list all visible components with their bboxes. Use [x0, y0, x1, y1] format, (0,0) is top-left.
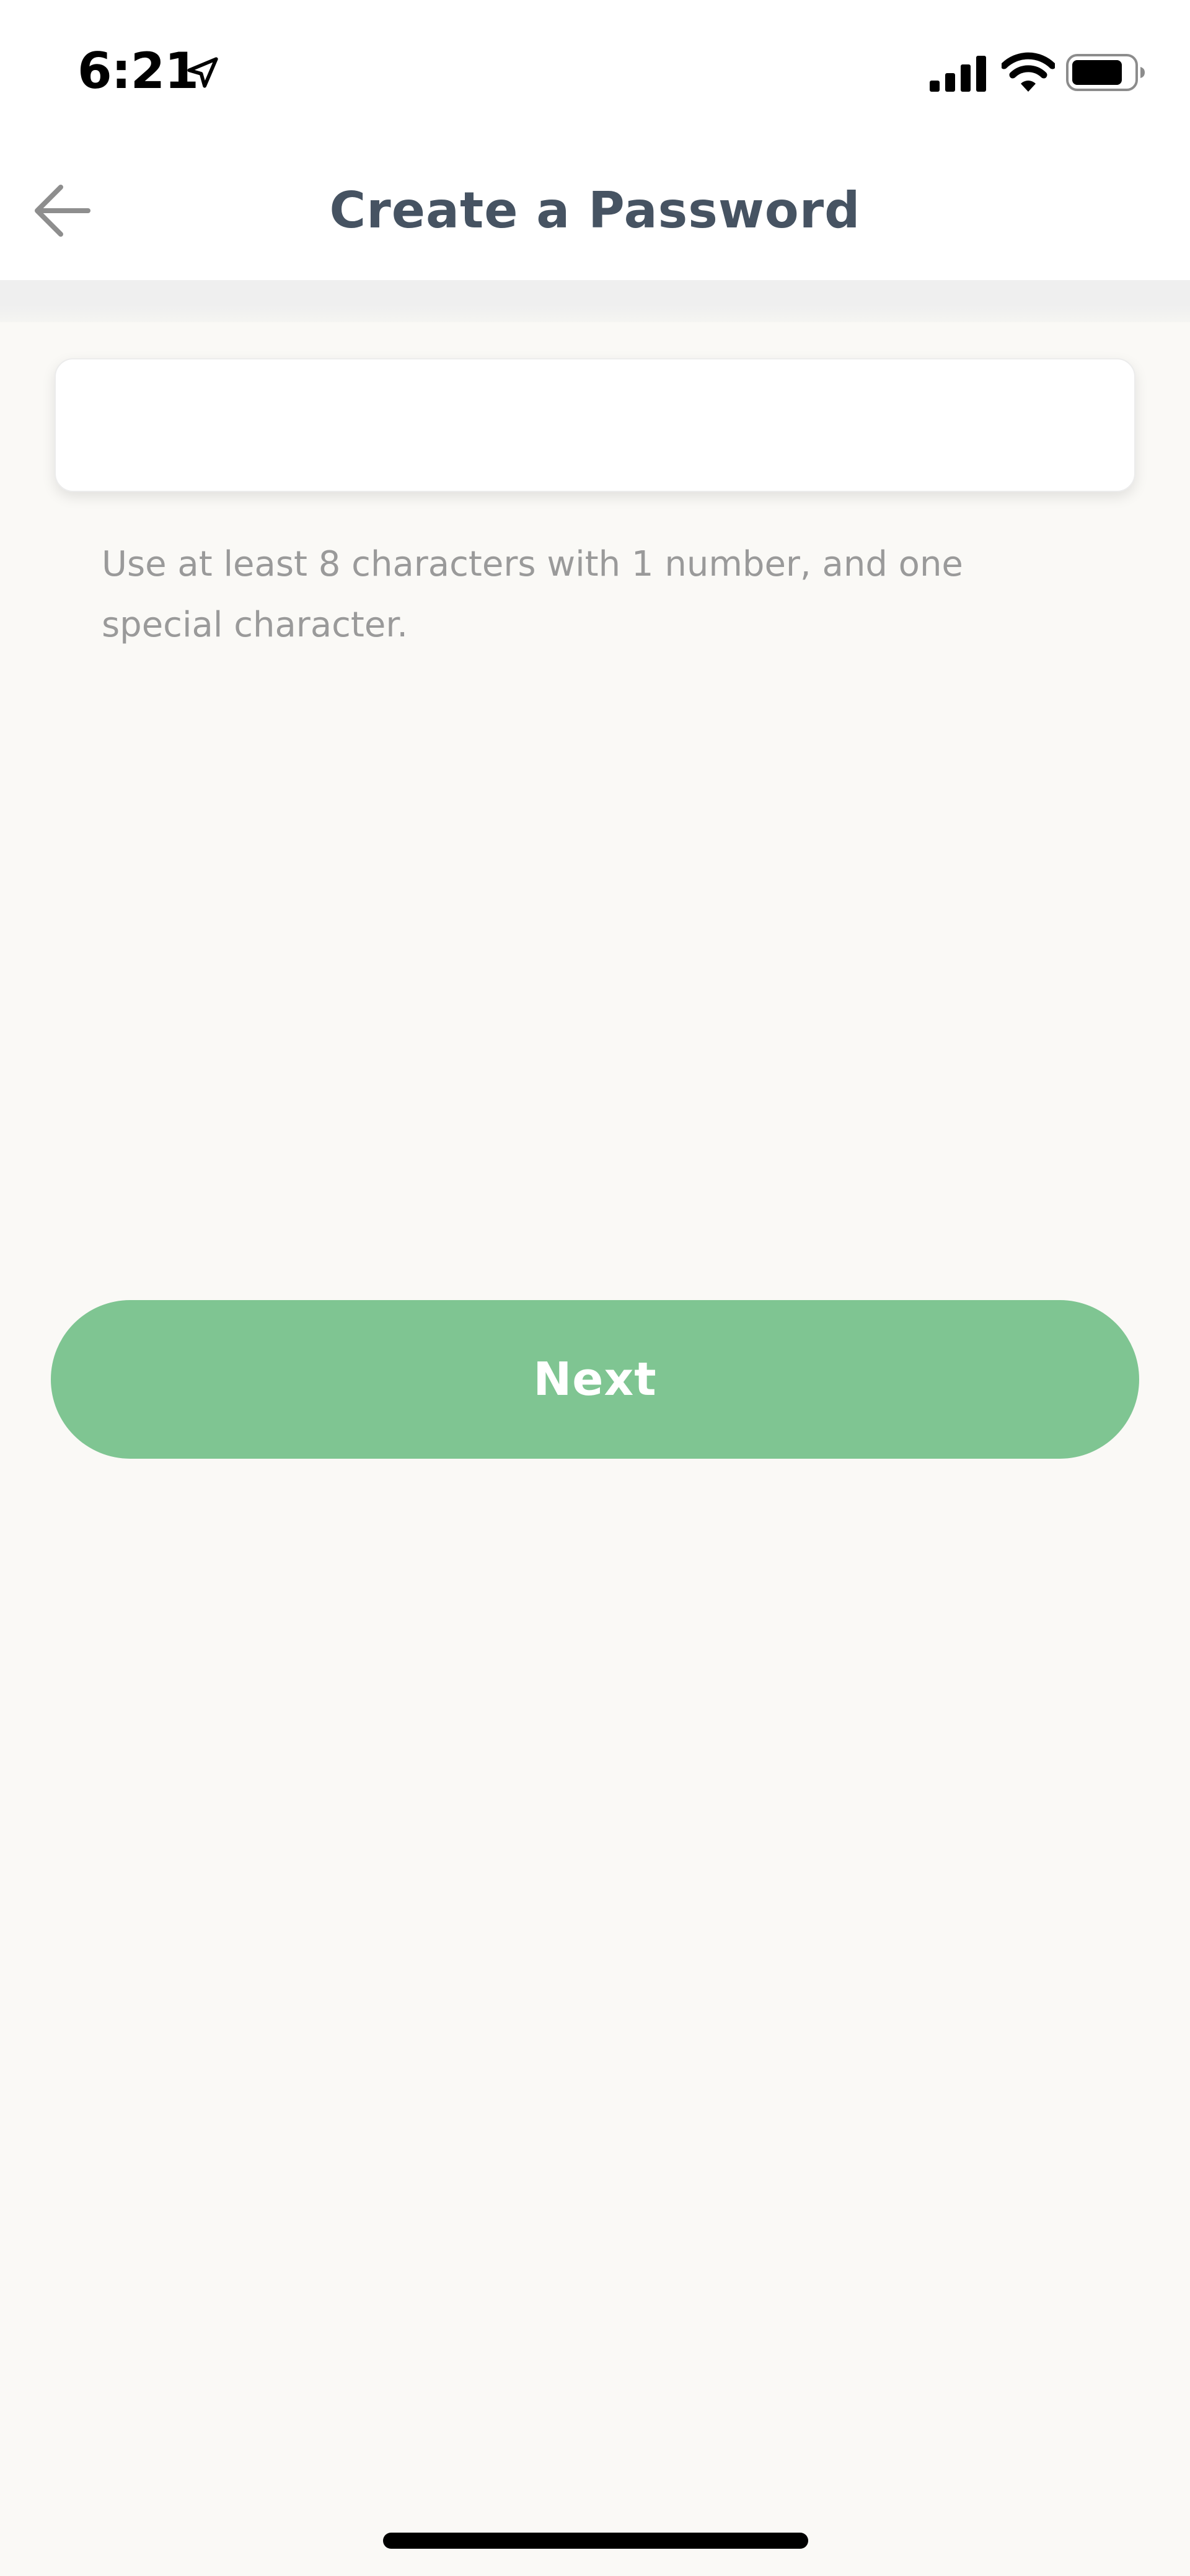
status-time: 6:21 [77, 42, 199, 100]
status-bar: 6:21 [0, 0, 1190, 136]
next-button[interactable]: Next [51, 1300, 1139, 1459]
header-divider [0, 280, 1190, 322]
back-button[interactable] [25, 174, 99, 248]
back-arrow-icon [35, 185, 90, 237]
page-title: Create a Password [329, 182, 861, 239]
password-requirements-hint: Use at least 8 characters with 1 number,… [102, 544, 963, 645]
navigation-bar: Create a Password [0, 136, 1190, 280]
home-indicator [383, 2533, 808, 2549]
wifi-icon [1002, 52, 1055, 92]
cellular-signal-icon [930, 56, 986, 92]
battery-icon [1066, 54, 1145, 91]
location-arrow-icon [187, 57, 218, 88]
password-input[interactable] [55, 358, 1135, 492]
